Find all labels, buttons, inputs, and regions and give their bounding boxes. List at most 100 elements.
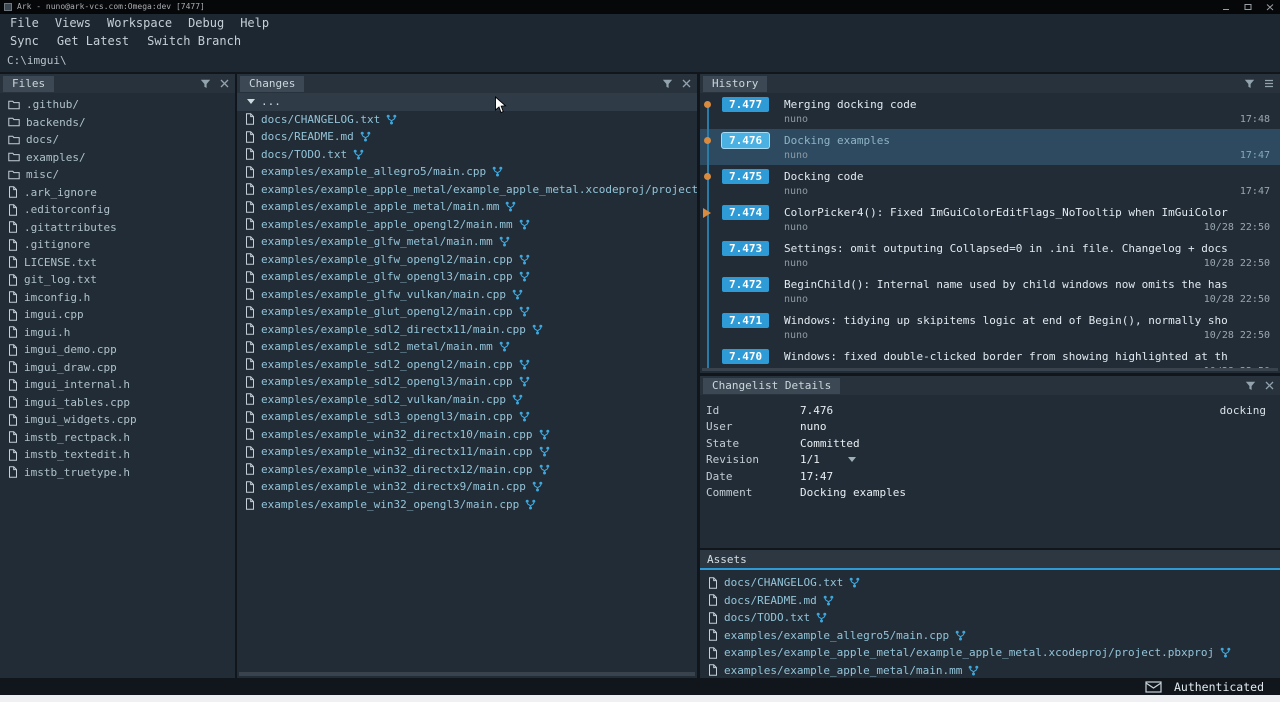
file-tree-item[interactable]: imgui_tables.cpp: [0, 394, 235, 412]
file-tree-item[interactable]: imgui.cpp: [0, 306, 235, 324]
folder-icon: [8, 135, 20, 145]
maximize-icon[interactable]: [1244, 3, 1252, 11]
toolbar-button-switch-branch[interactable]: Switch Branch: [143, 34, 245, 48]
file-tree: .github/backends/docs/examples/misc/.ark…: [0, 96, 235, 678]
changed-file-row[interactable]: examples/example_sdl2_directx11/main.cpp: [237, 321, 697, 339]
menu-item-workspace[interactable]: Workspace: [103, 16, 176, 30]
changed-file-row[interactable]: examples/example_apple_metal/main.mm: [237, 198, 697, 216]
changed-file-row[interactable]: examples/example_win32_directx12/main.cp…: [237, 461, 697, 479]
changed-file-row[interactable]: examples/example_glfw_vulkan/main.cpp: [237, 286, 697, 304]
file-tree-item[interactable]: examples/: [0, 149, 235, 167]
changed-file-row[interactable]: examples/example_win32_directx11/main.cp…: [237, 443, 697, 461]
changed-file-row[interactable]: examples/example_sdl2_metal/main.mm: [237, 338, 697, 356]
file-tree-item[interactable]: LICENSE.txt: [0, 254, 235, 272]
changed-file-row[interactable]: docs/TODO.txt: [237, 146, 697, 164]
history-entry[interactable]: 7.472BeginChild(): Internal name used by…: [700, 273, 1280, 309]
asset-row[interactable]: examples/example_apple_metal/example_app…: [700, 644, 1280, 662]
file-icon: [245, 131, 255, 143]
filter-icon[interactable]: [200, 79, 211, 89]
changed-file-row[interactable]: examples/example_win32_directx10/main.cp…: [237, 426, 697, 444]
collapse-arrow-icon[interactable]: [247, 99, 255, 104]
minimize-icon[interactable]: [1222, 3, 1230, 11]
change-status-icon: [519, 271, 530, 282]
file-tree-item[interactable]: imstb_textedit.h: [0, 446, 235, 464]
history-entry[interactable]: 7.477Merging docking codenuno17:48: [700, 93, 1280, 129]
menu-item-views[interactable]: Views: [51, 16, 95, 30]
file-icon: [8, 221, 18, 233]
changed-file-row[interactable]: examples/example_sdl2_opengl3/main.cpp: [237, 373, 697, 391]
commit-time: 17:48: [1240, 114, 1270, 125]
commit-message: Windows: tidying up skipitems logic at e…: [784, 314, 1276, 327]
horizontal-scrollbar[interactable]: [702, 368, 1278, 371]
change-status-icon: [823, 595, 834, 606]
changed-file-row[interactable]: docs/README.md: [237, 128, 697, 146]
commit-author: nuno: [784, 222, 808, 233]
file-tree-item[interactable]: .github/: [0, 96, 235, 114]
changed-file-row[interactable]: examples/example_sdl3_opengl3/main.cpp: [237, 408, 697, 426]
dropdown-caret-icon[interactable]: [848, 457, 856, 462]
close-panel-icon[interactable]: [220, 79, 229, 88]
changed-file-row[interactable]: examples/example_glfw_opengl3/main.cpp: [237, 268, 697, 286]
filter-icon[interactable]: [662, 79, 673, 89]
toolbar-button-sync[interactable]: Sync: [6, 34, 43, 48]
close-panel-icon[interactable]: [682, 79, 691, 88]
file-tree-item[interactable]: docs/: [0, 131, 235, 149]
changed-file-path: examples/example_glfw_opengl3/main.cpp: [261, 270, 513, 283]
file-tree-item[interactable]: imgui.h: [0, 324, 235, 342]
filter-icon[interactable]: [1244, 79, 1255, 89]
file-icon: [245, 218, 255, 230]
asset-row[interactable]: docs/TODO.txt: [700, 609, 1280, 627]
close-icon[interactable]: [1266, 3, 1274, 11]
commit-message: Merging docking code: [784, 98, 1276, 111]
file-icon: [245, 411, 255, 423]
menu-icon[interactable]: [1264, 79, 1274, 88]
file-tree-item[interactable]: imgui_widgets.cpp: [0, 411, 235, 429]
changed-file-row[interactable]: examples/example_sdl2_opengl2/main.cpp: [237, 356, 697, 374]
filter-icon[interactable]: [1245, 381, 1256, 391]
file-tree-item[interactable]: imconfig.h: [0, 289, 235, 307]
changed-file-row[interactable]: examples/example_glut_opengl2/main.cpp: [237, 303, 697, 321]
asset-row[interactable]: docs/README.md: [700, 592, 1280, 610]
history-entry[interactable]: 7.476Docking examplesnuno17:47: [700, 129, 1280, 165]
change-status-icon: [353, 149, 364, 160]
history-entry[interactable]: 7.470Windows: fixed double-clicked borde…: [700, 345, 1280, 368]
asset-row[interactable]: docs/CHANGELOG.txt: [700, 574, 1280, 592]
changelist-details-panel: Changelist Details Id7.476dockingUsernun…: [700, 376, 1280, 548]
asset-row[interactable]: examples/example_apple_metal/main.mm: [700, 662, 1280, 679]
changed-file-row[interactable]: examples/example_sdl2_vulkan/main.cpp: [237, 391, 697, 409]
changed-file-row[interactable]: examples/example_win32_directx9/main.cpp: [237, 478, 697, 496]
history-entry[interactable]: 7.471Windows: tidying up skipitems logic…: [700, 309, 1280, 345]
file-tree-item[interactable]: git_log.txt: [0, 271, 235, 289]
file-tree-item[interactable]: .gitattributes: [0, 219, 235, 237]
history-entry[interactable]: 7.474ColorPicker4(): Fixed ImGuiColorEdi…: [700, 201, 1280, 237]
titlebar: Ark - nuno@ark-vcs.com:Omega:dev [7477]: [0, 0, 1280, 14]
asset-row[interactable]: examples/example_allegro5/main.cpp: [700, 627, 1280, 645]
file-tree-item[interactable]: imgui_internal.h: [0, 376, 235, 394]
assets-panel-header[interactable]: Assets: [700, 550, 1280, 570]
file-tree-item[interactable]: imstb_rectpack.h: [0, 429, 235, 447]
changed-file-row[interactable]: docs/CHANGELOG.txt: [237, 111, 697, 129]
file-tree-item[interactable]: .gitignore: [0, 236, 235, 254]
menu-item-help[interactable]: Help: [236, 16, 273, 30]
file-tree-item[interactable]: imstb_truetype.h: [0, 464, 235, 482]
file-tree-item[interactable]: .ark_ignore: [0, 184, 235, 202]
history-entry[interactable]: 7.475Docking codenuno17:47: [700, 165, 1280, 201]
file-tree-item[interactable]: .editorconfig: [0, 201, 235, 219]
changed-file-row[interactable]: examples/example_glfw_opengl2/main.cpp: [237, 251, 697, 269]
changes-root-row[interactable]: ...: [237, 93, 697, 111]
file-tree-item[interactable]: backends/: [0, 114, 235, 132]
changed-file-row[interactable]: examples/example_apple_metal/example_app…: [237, 181, 697, 199]
changed-file-row[interactable]: examples/example_apple_opengl2/main.mm: [237, 216, 697, 234]
file-tree-item[interactable]: imgui_draw.cpp: [0, 359, 235, 377]
close-panel-icon[interactable]: [1265, 381, 1274, 390]
file-tree-item[interactable]: imgui_demo.cpp: [0, 341, 235, 359]
file-tree-item[interactable]: misc/: [0, 166, 235, 184]
history-entry[interactable]: 7.473Settings: omit outputing Collapsed=…: [700, 237, 1280, 273]
changed-file-row[interactable]: examples/example_win32_opengl3/main.cpp: [237, 496, 697, 514]
changed-file-row[interactable]: examples/example_allegro5/main.cpp: [237, 163, 697, 181]
menu-item-file[interactable]: File: [6, 16, 43, 30]
changed-file-row[interactable]: examples/example_glfw_metal/main.mm: [237, 233, 697, 251]
menu-item-debug[interactable]: Debug: [184, 16, 228, 30]
horizontal-scrollbar[interactable]: [239, 672, 695, 676]
toolbar-button-get-latest[interactable]: Get Latest: [53, 34, 133, 48]
